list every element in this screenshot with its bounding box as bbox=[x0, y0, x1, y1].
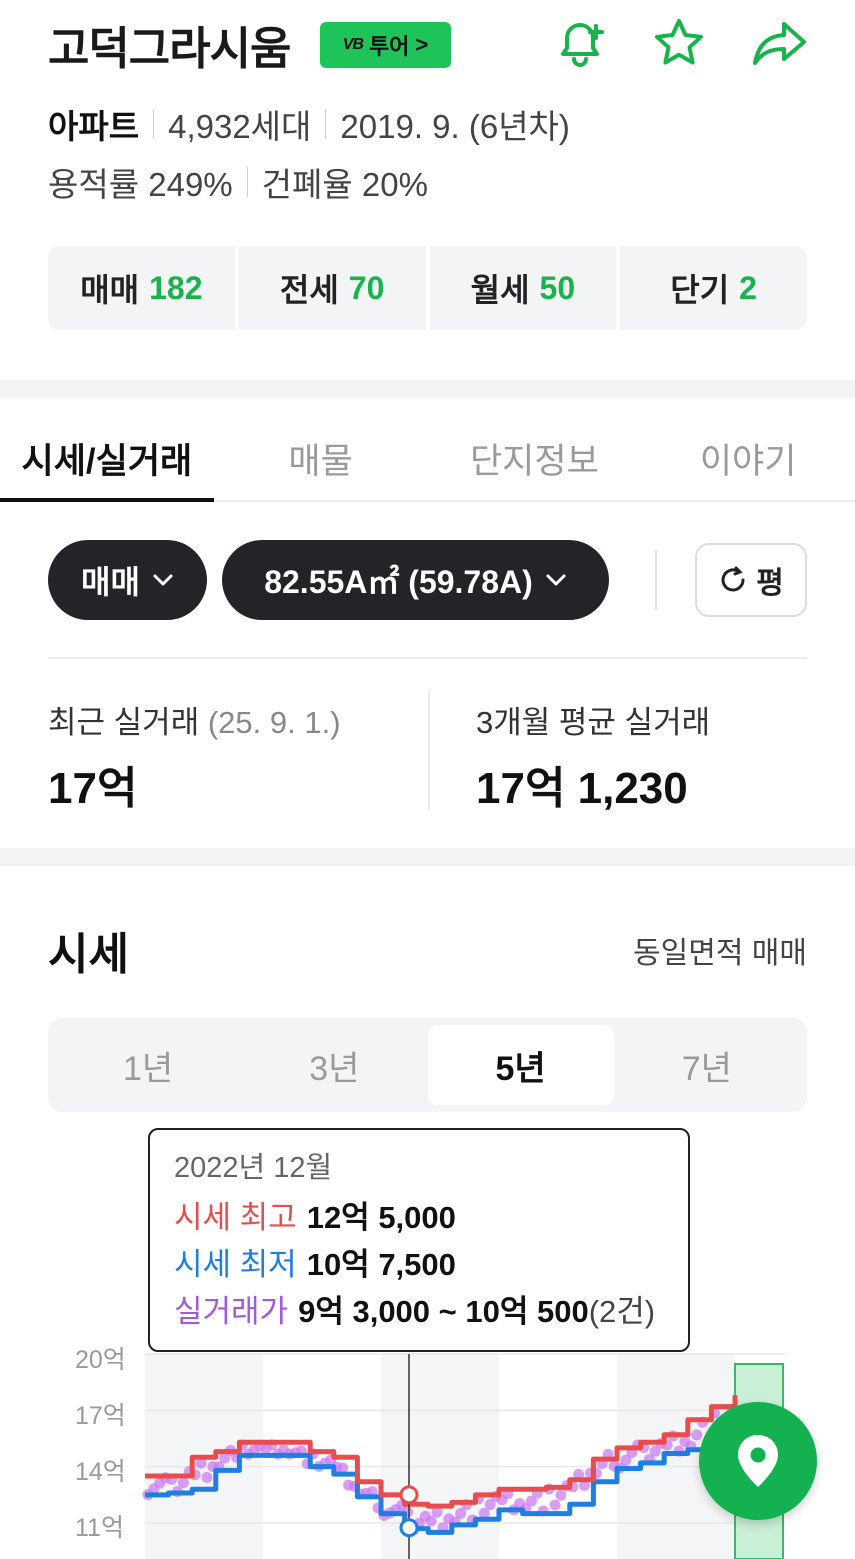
trade-point bbox=[691, 1429, 703, 1441]
tab-complex-info[interactable]: 단지정보 bbox=[428, 416, 642, 500]
tooltip-high: 시세 최고 12억 5,000 bbox=[174, 1194, 664, 1241]
building-type: 아파트 bbox=[48, 108, 140, 145]
complex-ratios: 용적률 249% 건폐율 20% bbox=[48, 158, 428, 206]
star-icon[interactable] bbox=[650, 14, 708, 72]
chart-tooltip: 2022년 12월 시세 최고 12억 5,000 시세 최저 10억 7,500 … bbox=[148, 1128, 690, 1352]
completion-date: 2019. 9. (6년차) bbox=[340, 108, 570, 145]
count-short-term[interactable]: 단기 2 bbox=[620, 246, 807, 330]
chevron-down-icon bbox=[153, 574, 173, 586]
tooltip-trade-label: 실거래가 bbox=[174, 1294, 289, 1329]
household-count: 4,932세대 bbox=[168, 108, 312, 145]
share-icon[interactable] bbox=[750, 14, 808, 72]
same-area-sale-link[interactable]: 동일면적 매매 bbox=[633, 928, 807, 972]
area-dropdown[interactable]: 82.55A㎡ (59.78A) bbox=[222, 540, 609, 620]
period-3y[interactable]: 3년 bbox=[241, 1025, 427, 1105]
divider bbox=[655, 550, 657, 610]
tooltip-low-value: 10억 7,500 bbox=[306, 1247, 456, 1282]
tooltip-date: 2022년 12월 bbox=[174, 1152, 333, 1184]
count-value: 182 bbox=[149, 269, 203, 306]
unit-toggle-label: 평 bbox=[756, 567, 784, 600]
unit-toggle-button[interactable]: 평 bbox=[695, 543, 807, 617]
highlight-low-point bbox=[399, 1518, 419, 1538]
section-title: 시세 bbox=[48, 930, 129, 979]
period-selector: 1년 3년 5년 7년 bbox=[48, 1018, 807, 1112]
count-monthly[interactable]: 월세 50 bbox=[429, 246, 617, 330]
tour-badge-chevron: > bbox=[415, 32, 429, 57]
count-sale[interactable]: 매매 182 bbox=[48, 246, 235, 330]
coverage-ratio: 건폐율 20% bbox=[261, 166, 428, 203]
trade-point bbox=[555, 1489, 567, 1501]
count-label: 전세 bbox=[279, 272, 339, 308]
map-pin-icon bbox=[738, 1435, 778, 1487]
trade-point bbox=[549, 1499, 561, 1511]
tour-badge[interactable]: VB 투어 > bbox=[320, 22, 451, 68]
count-value: 2 bbox=[739, 269, 757, 306]
recent-trade-title: 최근 실거래 bbox=[48, 705, 200, 740]
chevron-down-icon bbox=[546, 574, 566, 586]
tour-badge-label: 투어 bbox=[368, 34, 410, 59]
complex-info: 아파트 4,932세대 2019. 9. (6년차) bbox=[48, 100, 570, 148]
tooltip-low: 시세 최저 10억 7,500 bbox=[174, 1241, 664, 1288]
section-divider bbox=[0, 848, 855, 866]
highlight-high-point bbox=[399, 1485, 419, 1505]
trade-point bbox=[177, 1477, 189, 1489]
divider bbox=[428, 690, 430, 810]
count-value: 50 bbox=[539, 269, 576, 306]
vb-logo: VB bbox=[342, 36, 364, 53]
map-pin-button[interactable] bbox=[699, 1402, 817, 1520]
count-value: 70 bbox=[348, 269, 385, 306]
area-value: 82.55A㎡ (59.78A) bbox=[264, 564, 533, 600]
tooltip-high-label: 시세 최고 bbox=[174, 1200, 297, 1235]
count-label: 매매 bbox=[80, 272, 140, 308]
listing-counts: 매매 182 전세 70 월세 50 단기 2 bbox=[48, 246, 807, 330]
refresh-icon bbox=[721, 566, 745, 592]
tooltip-trade-count: (2건) bbox=[588, 1294, 656, 1329]
tooltip-low-label: 시세 최저 bbox=[174, 1247, 297, 1282]
divider bbox=[246, 167, 248, 197]
count-jeonse[interactable]: 전세 70 bbox=[238, 246, 426, 330]
count-label: 월세 bbox=[470, 272, 530, 308]
period-1y[interactable]: 1년 bbox=[55, 1025, 241, 1105]
recent-trade-label: 최근 실거래 (25. 9. 1.) bbox=[48, 697, 341, 742]
recent-trade-date: (25. 9. 1.) bbox=[207, 705, 341, 740]
period-7y[interactable]: 7년 bbox=[614, 1025, 800, 1105]
deal-type-value: 매매 bbox=[81, 564, 140, 600]
tab-bar: 시세/실거래 매물 단지정보 이야기 bbox=[0, 416, 855, 502]
floor-area-ratio: 용적률 249% bbox=[48, 166, 233, 203]
trade-point bbox=[201, 1471, 213, 1483]
tooltip-high-value: 12억 5,000 bbox=[306, 1200, 456, 1235]
page-title: 고덕그라시움 bbox=[48, 23, 291, 74]
deal-type-dropdown[interactable]: 매매 bbox=[48, 540, 207, 620]
divider bbox=[48, 657, 807, 659]
tooltip-trade: 실거래가 9억 3,000 ~ 10억 500(2건) bbox=[174, 1288, 664, 1335]
avg-trade-value: 17억 1,230 bbox=[476, 764, 688, 813]
divider bbox=[153, 109, 155, 139]
period-5y[interactable]: 5년 bbox=[427, 1025, 614, 1105]
tooltip-trade-value: 9억 3,000 ~ 10억 500 bbox=[298, 1294, 589, 1329]
bell-plus-icon[interactable] bbox=[551, 14, 609, 72]
tab-stories[interactable]: 이야기 bbox=[641, 416, 855, 500]
trade-point bbox=[425, 1515, 437, 1527]
tab-listings[interactable]: 매물 bbox=[214, 416, 428, 500]
recent-trade-value: 17억 bbox=[48, 764, 138, 813]
count-label: 단기 bbox=[670, 272, 730, 308]
tab-price-history[interactable]: 시세/실거래 bbox=[0, 416, 214, 502]
avg-trade-label: 3개월 평균 실거래 bbox=[476, 705, 711, 740]
section-divider bbox=[0, 380, 855, 398]
divider bbox=[325, 109, 327, 139]
